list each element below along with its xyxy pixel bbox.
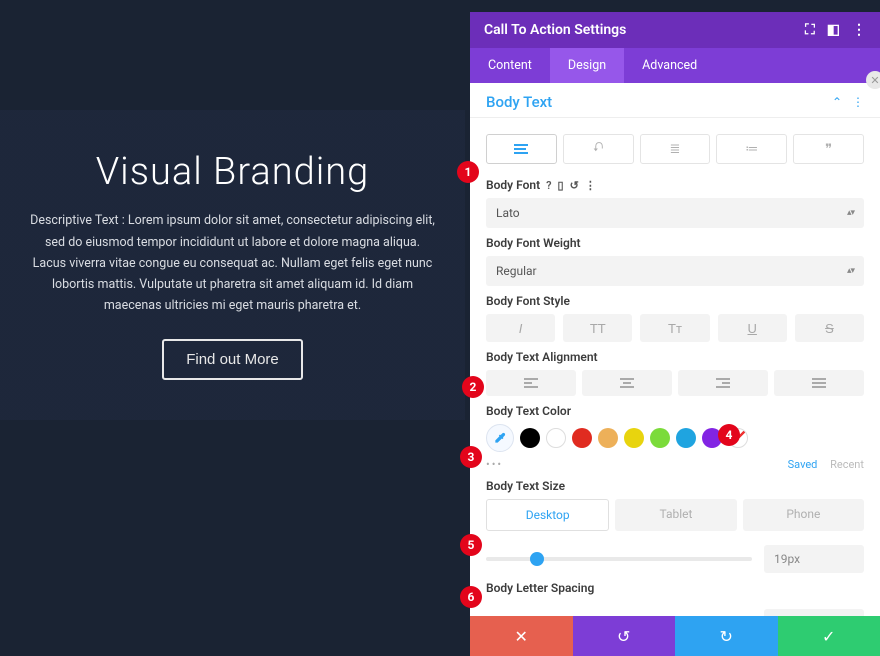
reset-icon[interactable]: ↺ <box>570 179 579 192</box>
format-ol[interactable]: ≔ <box>716 134 787 164</box>
style-uppercase[interactable]: TT <box>563 314 632 342</box>
settings-panel: Call To Action Settings ⛶ ◧ ⋮ ✕ Content … <box>470 12 880 656</box>
style-italic[interactable]: I <box>486 314 555 342</box>
body-font-style-label: Body Font Style <box>486 294 864 308</box>
device-desktop[interactable]: Desktop <box>486 499 609 531</box>
color-swatches <box>486 424 864 452</box>
field-more-icon[interactable]: ⋮ <box>585 179 596 192</box>
swatch-red[interactable] <box>572 428 592 448</box>
format-quote[interactable]: ❞ <box>793 134 864 164</box>
help-icon[interactable]: ? <box>546 179 551 192</box>
save-button[interactable]: ✓ <box>778 616 880 656</box>
action-bar: ✕ ↺ ↻ ✓ <box>470 616 880 656</box>
annotation-marker-4: 4 <box>718 424 740 446</box>
tab-advanced[interactable]: Advanced <box>624 48 715 83</box>
body-font-label: Body Font ? ▯ ↺ ⋮ <box>486 178 864 192</box>
eyedropper-icon[interactable] <box>486 424 514 452</box>
format-ul[interactable]: ≣ <box>640 134 711 164</box>
style-strike[interactable]: S <box>795 314 864 342</box>
body-font-weight-select[interactable]: Regular▴▾ <box>486 256 864 286</box>
expand-icon[interactable]: ⛶ <box>805 22 815 38</box>
device-phone[interactable]: Phone <box>743 499 864 531</box>
section-header[interactable]: Body Text ⌃ ⋮ <box>470 83 880 118</box>
tab-bar: Content Design Advanced <box>470 48 880 83</box>
section-title: Body Text <box>486 93 552 111</box>
cancel-button[interactable]: ✕ <box>470 616 573 656</box>
tab-design[interactable]: Design <box>550 48 624 83</box>
size-label: Body Text Size <box>486 479 864 493</box>
preview-description: Descriptive Text : Lorem ipsum dolor sit… <box>30 210 435 316</box>
settings-scroll: ⮏ ≣ ≔ ❞ Body Font ? ▯ ↺ ⋮ Lato▴▾ Body Fo… <box>470 118 880 616</box>
text-format-row: ⮏ ≣ ≔ ❞ <box>486 134 864 164</box>
tab-content[interactable]: Content <box>470 48 550 83</box>
annotation-marker-5: 5 <box>460 534 482 556</box>
panel-title: Call To Action Settings <box>484 22 626 38</box>
saved-tab[interactable]: Saved <box>788 458 818 471</box>
letter-spacing-value[interactable]: 0px <box>764 609 864 616</box>
align-right[interactable] <box>678 370 768 396</box>
swatch-orange[interactable] <box>598 428 618 448</box>
body-font-weight-label: Body Font Weight <box>486 236 864 250</box>
preview-cta-button[interactable]: Find out More <box>162 339 303 380</box>
device-tablet[interactable]: Tablet <box>615 499 736 531</box>
panel-header: Call To Action Settings ⛶ ◧ ⋮ <box>470 12 880 48</box>
color-label: Body Text Color <box>486 404 864 418</box>
chevron-up-icon[interactable]: ⌃ <box>832 95 842 109</box>
swatch-blue[interactable] <box>676 428 696 448</box>
redo-button[interactable]: ↻ <box>675 616 778 656</box>
align-center[interactable] <box>582 370 672 396</box>
swatch-green[interactable] <box>650 428 670 448</box>
style-smallcaps[interactable]: Tᴛ <box>640 314 709 342</box>
body-font-select[interactable]: Lato▴▾ <box>486 198 864 228</box>
annotation-marker-3: 3 <box>460 446 482 468</box>
swatch-white[interactable] <box>546 428 566 448</box>
annotation-marker-1: 1 <box>457 161 479 183</box>
swatch-black[interactable] <box>520 428 540 448</box>
format-paragraph[interactable] <box>486 134 557 164</box>
undo-button[interactable]: ↺ <box>573 616 676 656</box>
color-more-icon[interactable]: ••• <box>486 458 503 471</box>
align-justify[interactable] <box>774 370 864 396</box>
snap-icon[interactable]: ◧ <box>827 22 840 38</box>
swatch-yellow[interactable] <box>624 428 644 448</box>
style-underline[interactable]: U <box>718 314 787 342</box>
align-left[interactable] <box>486 370 576 396</box>
responsive-icon[interactable]: ▯ <box>558 179 564 192</box>
section-more-icon[interactable]: ⋮ <box>852 95 864 109</box>
letter-spacing-label: Body Letter Spacing <box>486 581 864 595</box>
align-label: Body Text Alignment <box>486 350 864 364</box>
size-slider[interactable] <box>486 557 752 561</box>
preview-title: Visual Branding <box>96 150 370 194</box>
annotation-marker-6: 6 <box>460 586 482 608</box>
annotation-marker-2: 2 <box>462 376 484 398</box>
size-value[interactable]: 19px <box>764 545 864 573</box>
format-link[interactable]: ⮏ <box>563 134 634 164</box>
close-icon[interactable]: ✕ <box>866 71 880 89</box>
preview-module: Visual Branding Descriptive Text : Lorem… <box>0 110 465 420</box>
more-icon[interactable]: ⋮ <box>852 22 866 38</box>
recent-tab[interactable]: Recent <box>830 458 864 471</box>
